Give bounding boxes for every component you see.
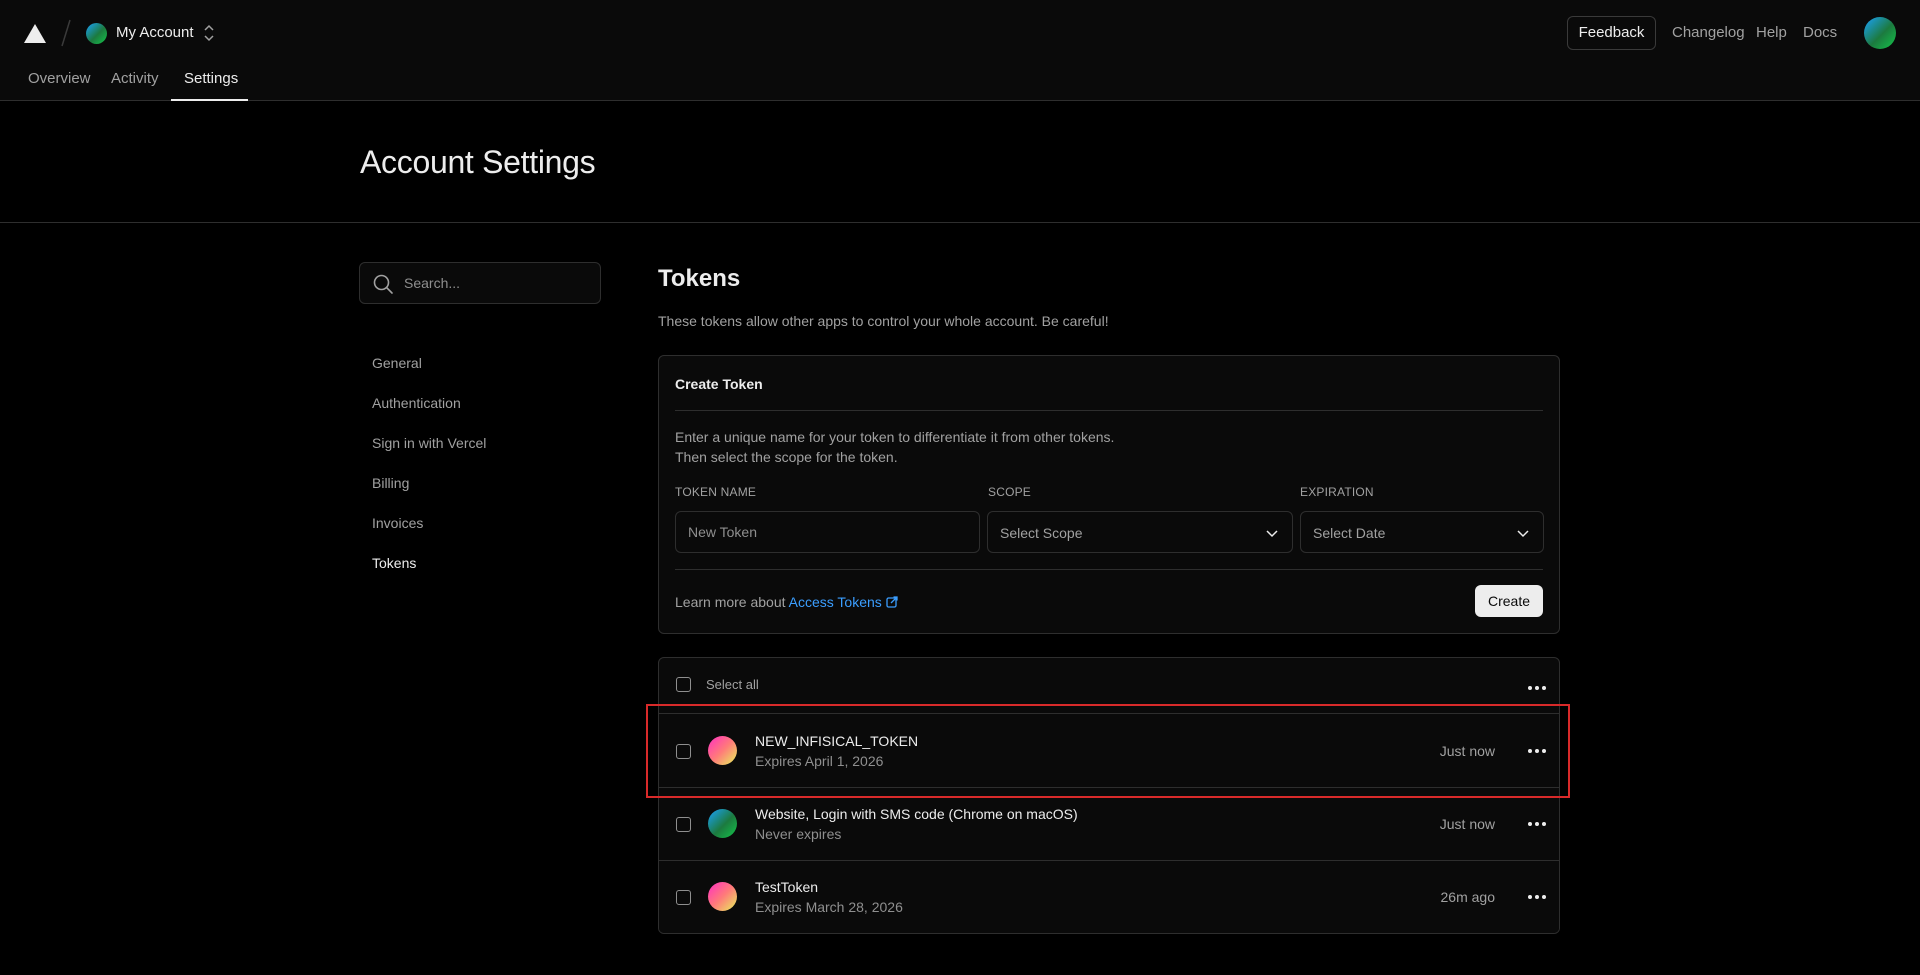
- sidebar-item-tokens[interactable]: Tokens: [372, 553, 416, 573]
- triangle-logo-icon[interactable]: [24, 24, 46, 43]
- learn-more-prefix: Learn more about: [675, 594, 786, 610]
- token-name: TestToken: [755, 879, 819, 895]
- scope-label: SCOPE: [988, 485, 1032, 499]
- account-name[interactable]: My Account: [116, 23, 194, 43]
- learn-more-text: Learn more about Access Tokens: [675, 592, 898, 612]
- scope-select[interactable]: Select Scope: [987, 511, 1293, 553]
- chevron-up-down-icon[interactable]: [203, 24, 215, 42]
- card-divider: [675, 569, 1543, 570]
- page-title: Account Settings: [360, 144, 596, 180]
- section-description: These tokens allow other apps to control…: [658, 313, 1109, 329]
- account-avatar[interactable]: [86, 23, 107, 44]
- token-name-label: TOKEN NAME: [675, 485, 757, 499]
- token-created-time: Just now: [1439, 743, 1495, 759]
- help-link[interactable]: Help: [1756, 23, 1787, 43]
- token-created-time: 26m ago: [1440, 889, 1495, 905]
- sidebar-item-invoices[interactable]: Invoices: [372, 513, 423, 533]
- token-row[interactable]: NEW_INFISICAL_TOKEN Expires April 1, 202…: [659, 715, 1559, 788]
- access-tokens-link[interactable]: Access Tokens: [789, 594, 898, 610]
- token-avatar: [708, 882, 737, 911]
- chevron-down-icon: [1266, 530, 1278, 538]
- select-all-label[interactable]: Select all: [706, 676, 759, 694]
- token-expiry: Expires March 28, 2026: [755, 899, 903, 915]
- tab-settings[interactable]: Settings: [184, 69, 238, 89]
- token-created-time: Just now: [1439, 816, 1495, 832]
- create-token-title: Create Token: [675, 376, 763, 392]
- token-row-checkbox[interactable]: [676, 817, 691, 832]
- create-token-help-line-1: Enter a unique name for your token to di…: [675, 429, 1115, 445]
- scope-select-value: Select Scope: [1000, 525, 1083, 541]
- changelog-link[interactable]: Changelog: [1672, 23, 1745, 43]
- search-input[interactable]: [404, 264, 594, 302]
- expiration-label: EXPIRATION: [1300, 485, 1374, 499]
- token-row[interactable]: TestToken Expires March 28, 2026 26m ago: [659, 861, 1559, 933]
- sidebar-search[interactable]: [359, 262, 601, 304]
- token-list: Select all NEW_INFISICAL_TOKEN Expires A…: [658, 657, 1560, 934]
- section-title: Tokens: [658, 265, 741, 292]
- sidebar-item-sign-in-with-vercel[interactable]: Sign in with Vercel: [372, 433, 486, 453]
- more-horizontal-icon[interactable]: [1527, 821, 1547, 827]
- more-horizontal-icon[interactable]: [1527, 685, 1547, 691]
- access-tokens-link-label[interactable]: Access Tokens: [789, 594, 882, 610]
- expiration-select[interactable]: Select Date: [1300, 511, 1544, 553]
- token-expiry: Never expires: [755, 826, 842, 842]
- expiration-select-value: Select Date: [1313, 525, 1386, 541]
- token-name-field[interactable]: [675, 511, 980, 553]
- token-name: NEW_INFISICAL_TOKEN: [755, 733, 919, 749]
- more-horizontal-icon[interactable]: [1527, 748, 1547, 754]
- card-divider: [675, 410, 1543, 411]
- token-row-checkbox[interactable]: [676, 744, 691, 759]
- token-avatar: [708, 736, 737, 765]
- create-token-help-line-2: Then select the scope for the token.: [675, 449, 898, 465]
- token-list-header: Select all: [659, 658, 1559, 714]
- search-icon: [373, 274, 393, 294]
- tab-overview[interactable]: Overview: [28, 69, 91, 89]
- token-expiry: Expires April 1, 2026: [755, 753, 884, 769]
- sidebar-item-authentication[interactable]: Authentication: [372, 393, 461, 413]
- chevron-down-icon: [1517, 530, 1529, 538]
- more-horizontal-icon[interactable]: [1527, 894, 1547, 900]
- token-name: Website, Login with SMS code (Chrome on …: [755, 806, 1078, 822]
- title-band: Account Settings: [0, 101, 1920, 223]
- token-name-input[interactable]: [676, 512, 979, 552]
- select-all-checkbox[interactable]: [676, 677, 691, 692]
- create-token-card: Create Token Enter a unique name for you…: [658, 355, 1560, 634]
- top-bar: My Account Feedback Changelog Help Docs …: [0, 0, 1920, 101]
- sidebar-item-billing[interactable]: Billing: [372, 473, 409, 493]
- breadcrumb-separator-icon: [61, 19, 71, 47]
- external-link-icon[interactable]: [886, 596, 898, 608]
- tab-activity[interactable]: Activity: [111, 69, 159, 89]
- docs-link[interactable]: Docs: [1803, 23, 1837, 43]
- sidebar-item-general[interactable]: General: [372, 353, 422, 373]
- feedback-button[interactable]: Feedback: [1567, 16, 1656, 50]
- token-avatar: [708, 809, 737, 838]
- user-avatar[interactable]: [1864, 17, 1896, 49]
- create-token-button[interactable]: Create: [1475, 585, 1543, 617]
- token-row-checkbox[interactable]: [676, 890, 691, 905]
- token-row[interactable]: Website, Login with SMS code (Chrome on …: [659, 788, 1559, 861]
